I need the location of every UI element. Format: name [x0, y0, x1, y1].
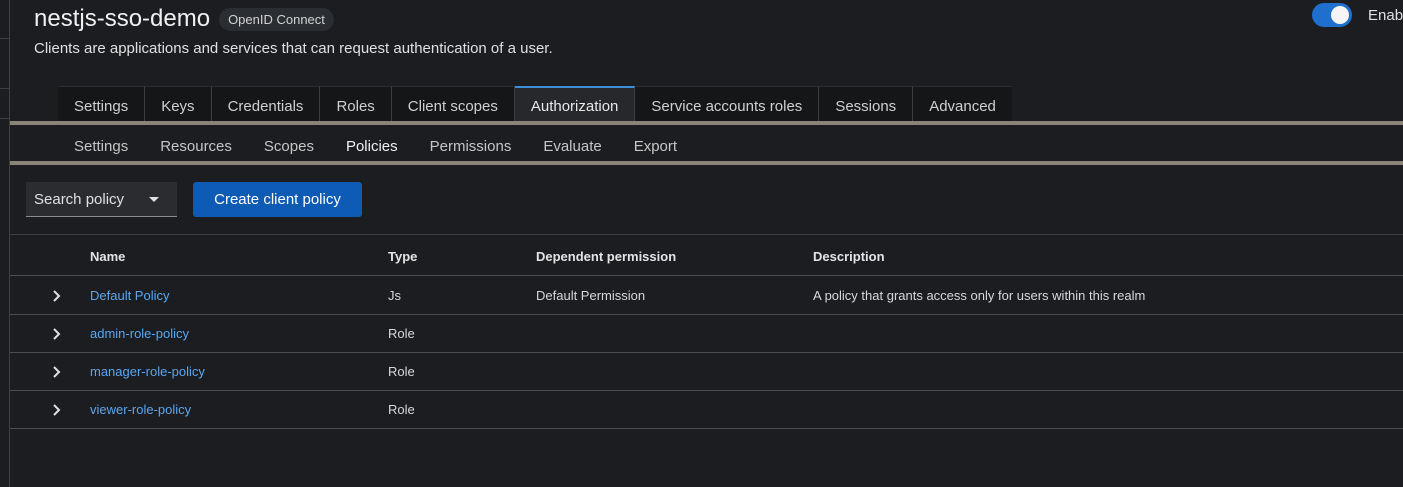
subtabs-divider: [10, 161, 1403, 165]
client-details-page: nestjs-sso-demo OpenID Connect Clients a…: [0, 0, 1403, 487]
chevron-right-icon[interactable]: [50, 289, 64, 303]
left-sidebar-edge: [0, 0, 10, 487]
policy-type: Js: [388, 288, 401, 303]
subtab-scopes[interactable]: Scopes: [248, 128, 330, 165]
subtab-permissions[interactable]: Permissions: [414, 128, 528, 165]
caret-down-icon: [149, 197, 159, 202]
enabled-label: Enab: [1368, 6, 1403, 24]
tab-service-accounts-roles[interactable]: Service accounts roles: [635, 86, 820, 125]
create-client-policy-button[interactable]: Create client policy: [193, 182, 362, 217]
policy-name-link[interactable]: admin-role-policy: [90, 326, 189, 341]
policy-type: Role: [388, 402, 415, 417]
subtab-export[interactable]: Export: [618, 128, 693, 165]
table-row: manager-role-policy Role: [10, 353, 1403, 391]
policy-name-link[interactable]: viewer-role-policy: [90, 402, 191, 417]
search-policy-label: Search policy: [34, 190, 125, 208]
page-header: nestjs-sso-demo OpenID Connect: [34, 5, 334, 33]
tab-credentials[interactable]: Credentials: [211, 86, 321, 125]
tab-settings[interactable]: Settings: [58, 86, 146, 125]
table-row: Default Policy Js Default Permission A p…: [10, 277, 1403, 315]
chevron-right-icon[interactable]: [50, 365, 64, 379]
authorization-subtabs: Settings Resources Scopes Policies Permi…: [58, 128, 693, 165]
subtab-settings[interactable]: Settings: [58, 128, 144, 165]
chevron-right-icon[interactable]: [50, 403, 64, 417]
policy-description: A policy that grants access only for use…: [813, 288, 1146, 303]
protocol-badge: OpenID Connect: [219, 7, 334, 31]
tab-client-scopes[interactable]: Client scopes: [391, 86, 515, 125]
policy-type: Role: [388, 364, 415, 379]
tab-authorization[interactable]: Authorization: [514, 86, 636, 125]
tab-sessions[interactable]: Sessions: [819, 86, 914, 125]
tabs-divider: [10, 121, 1403, 125]
subtab-policies[interactable]: Policies: [329, 128, 414, 165]
policy-type: Role: [388, 326, 415, 341]
tab-keys[interactable]: Keys: [145, 86, 212, 125]
subtab-resources[interactable]: Resources: [144, 128, 248, 165]
page-title: nestjs-sso-demo: [34, 5, 211, 32]
search-policy-select[interactable]: Search policy: [26, 182, 177, 217]
client-tabs: Settings Keys Credentials Roles Client s…: [58, 86, 1012, 125]
column-header-type[interactable]: Type: [388, 249, 417, 264]
policy-name-link[interactable]: Default Policy: [90, 288, 169, 303]
table-row: admin-role-policy Role: [10, 315, 1403, 353]
column-header-dependent-permission[interactable]: Dependent permission: [536, 249, 676, 264]
subtab-evaluate[interactable]: Evaluate: [527, 128, 617, 165]
page-subtitle: Clients are applications and services th…: [34, 40, 553, 57]
tab-roles[interactable]: Roles: [320, 86, 392, 125]
policy-dependent-permission: Default Permission: [536, 288, 646, 303]
policy-name-link[interactable]: manager-role-policy: [90, 364, 205, 379]
enabled-toggle-group: Enab: [1312, 3, 1403, 27]
tab-advanced[interactable]: Advanced: [913, 86, 1012, 125]
table-row: viewer-role-policy Role: [10, 391, 1403, 429]
enabled-toggle[interactable]: [1312, 3, 1352, 27]
column-header-description[interactable]: Description: [813, 249, 885, 264]
column-header-name[interactable]: Name: [90, 249, 125, 264]
chevron-right-icon[interactable]: [50, 327, 64, 341]
table-header: Name Type Dependent permission Descripti…: [10, 235, 1403, 276]
